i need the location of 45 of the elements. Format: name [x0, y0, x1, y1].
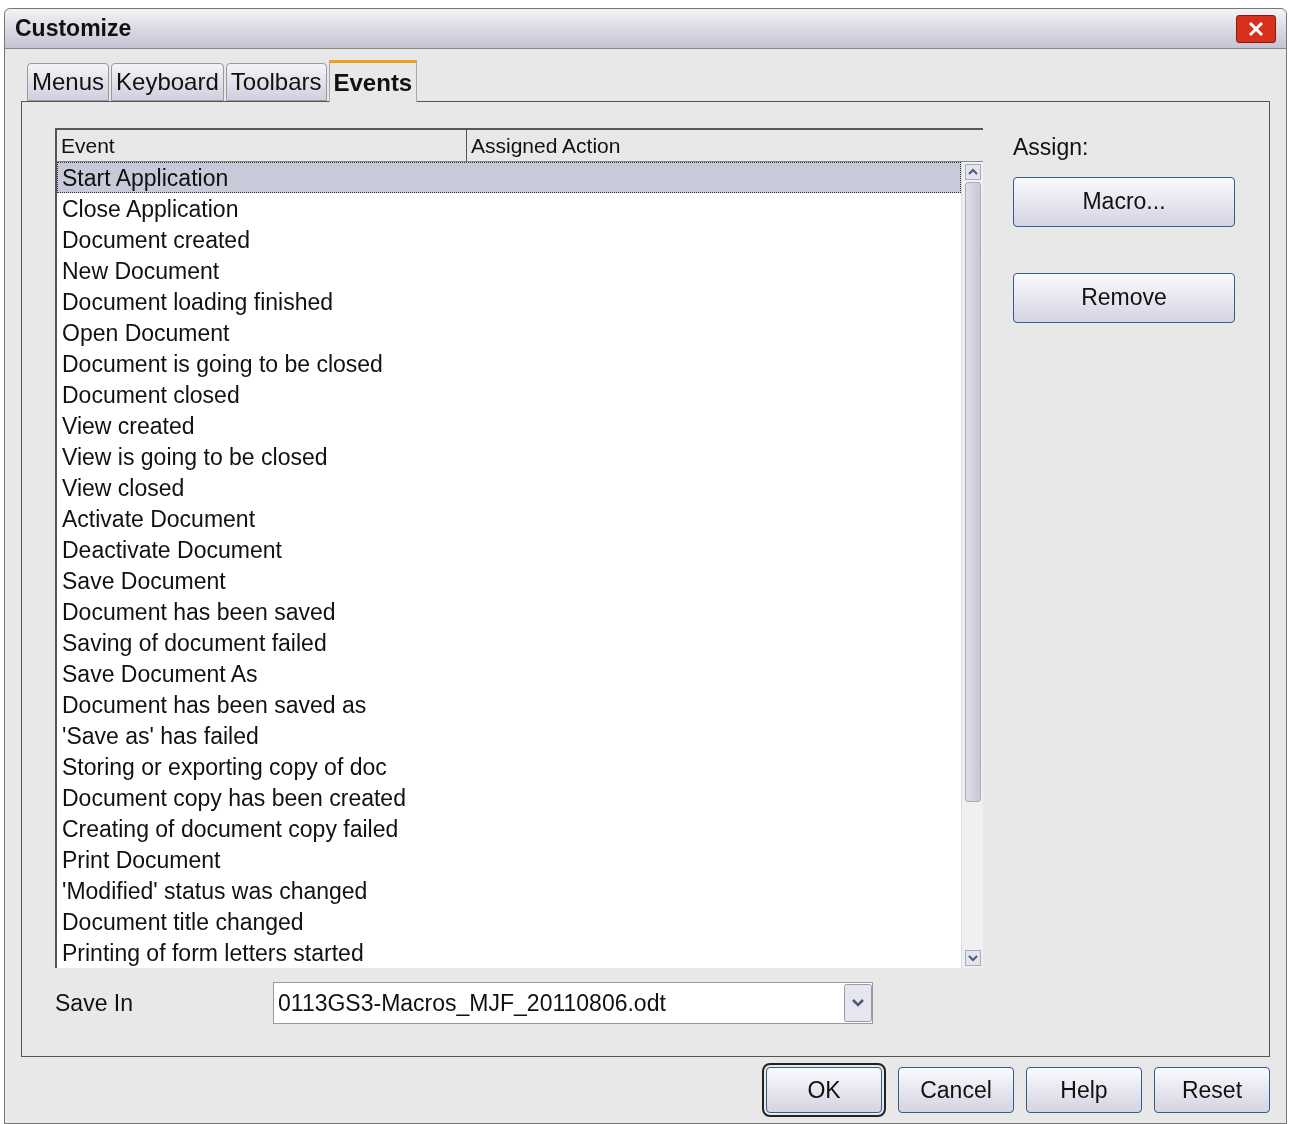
help-button[interactable]: Help — [1026, 1067, 1142, 1113]
assign-label: Assign: — [1013, 133, 1090, 162]
event-row[interactable]: View is going to be closed — [57, 441, 961, 472]
event-row[interactable]: Document closed — [57, 379, 961, 410]
event-row[interactable]: View created — [57, 410, 961, 441]
event-row[interactable]: Save Document — [57, 565, 961, 596]
event-row[interactable]: Document created — [57, 224, 961, 255]
event-row[interactable]: Printing of form letters started — [57, 937, 961, 968]
remove-button[interactable]: Remove — [1013, 272, 1235, 323]
column-header[interactable]: Assigned Action — [467, 130, 625, 161]
window-title: Customize — [15, 14, 132, 44]
event-row[interactable]: 'Save as' has failed — [57, 720, 961, 751]
event-row[interactable]: Document is going to be closed — [57, 348, 961, 379]
tab[interactable]: Keyboard — [111, 63, 224, 101]
close-icon — [1248, 20, 1264, 37]
event-row[interactable]: 'Modified' status was changed — [57, 875, 961, 906]
save-in-dropdown[interactable]: 0113GS3-Macros_MJF_20110806.odt — [273, 982, 873, 1024]
event-row[interactable]: Document has been saved — [57, 596, 961, 627]
event-row[interactable]: Creating of document copy failed — [57, 813, 961, 844]
event-row[interactable]: Document has been saved as — [57, 689, 961, 720]
event-row[interactable]: Close Application — [57, 193, 961, 224]
event-row[interactable]: Save Document As — [57, 658, 961, 689]
scrollbar-thumb[interactable] — [964, 182, 981, 802]
event-row[interactable]: Saving of document failed — [57, 627, 961, 658]
event-row[interactable]: Document copy has been created — [57, 782, 961, 813]
event-row[interactable]: Activate Document — [57, 503, 961, 534]
scrollbar[interactable] — [961, 162, 983, 968]
reset-button[interactable]: Reset — [1154, 1067, 1270, 1113]
save-in-label: Save In — [55, 988, 134, 1018]
event-row[interactable]: Deactivate Document — [57, 534, 961, 565]
event-row[interactable]: Open Document — [57, 317, 961, 348]
cancel-button[interactable]: Cancel — [898, 1067, 1014, 1113]
event-row[interactable]: View closed — [57, 472, 961, 503]
event-row[interactable]: Document loading finished — [57, 286, 961, 317]
macro-button[interactable]: Macro... — [1013, 176, 1235, 227]
event-row[interactable]: New Document — [57, 255, 961, 286]
tab[interactable]: Toolbars — [225, 63, 327, 101]
event-row[interactable]: Start Application — [57, 162, 961, 193]
tab[interactable]: Menus — [27, 63, 110, 101]
tab[interactable]: Events — [328, 60, 418, 102]
close-button[interactable] — [1236, 14, 1276, 43]
event-row[interactable]: Storing or exporting copy of doc — [57, 751, 961, 782]
event-row[interactable]: Document title changed — [57, 906, 961, 937]
event-row[interactable]: Print Document — [57, 844, 961, 875]
column-header[interactable]: Event — [57, 130, 467, 161]
